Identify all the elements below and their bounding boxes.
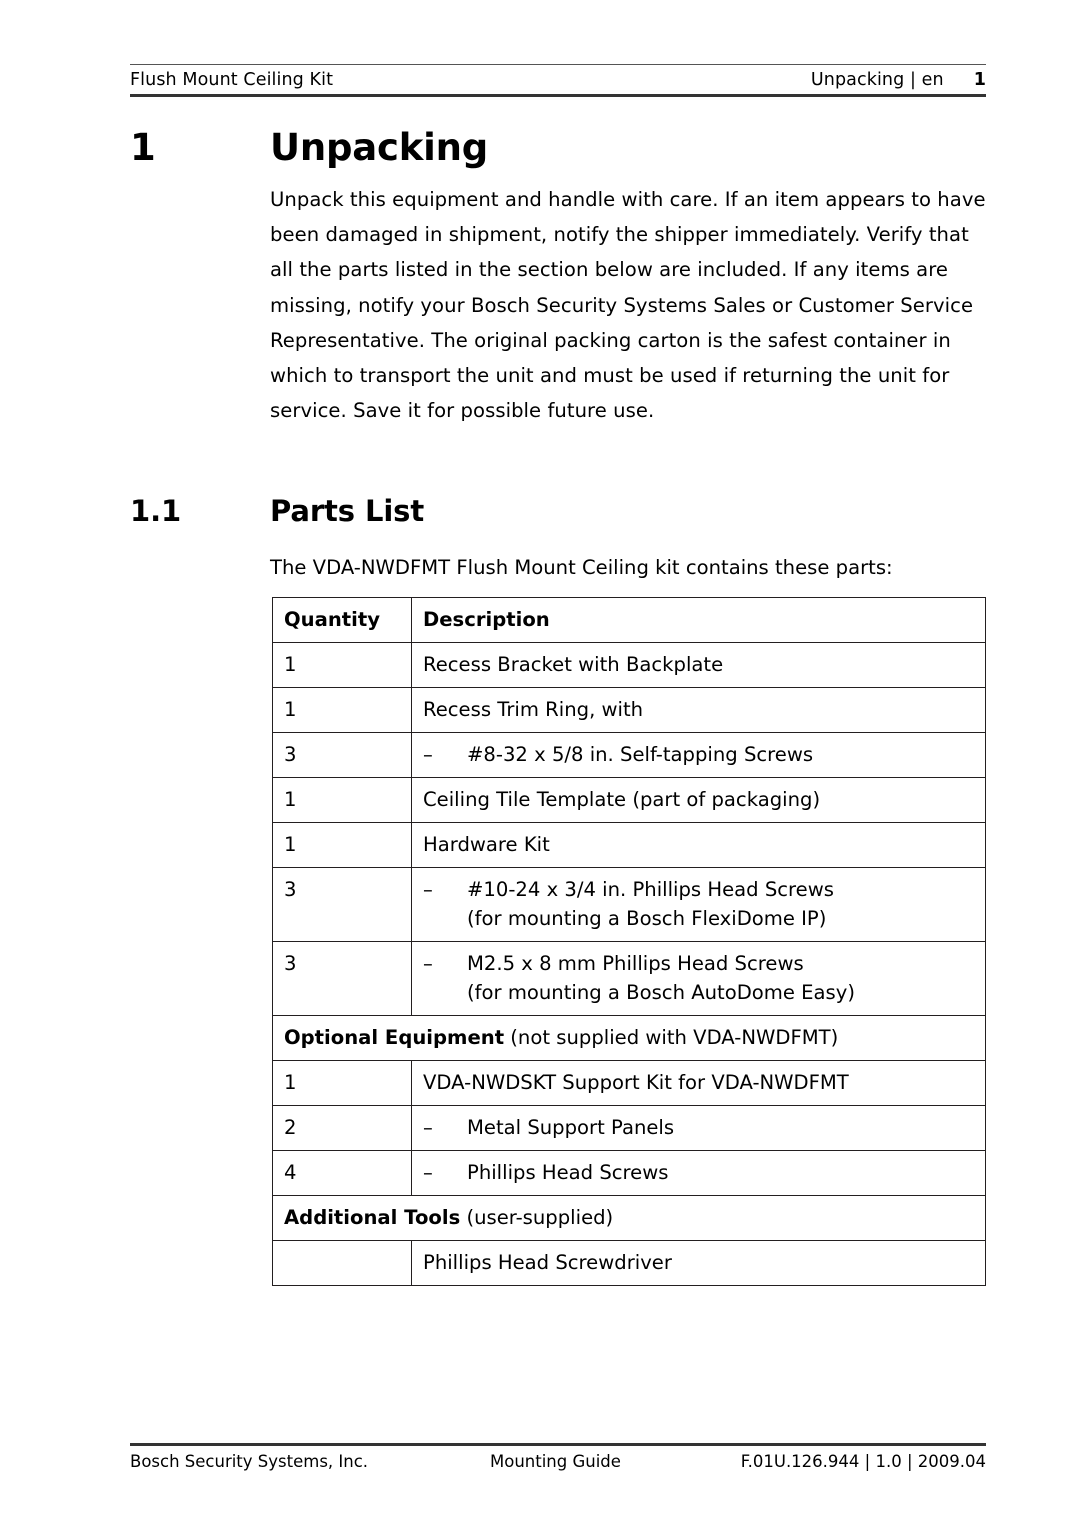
cell-description: – #8-32 x 5/8 in. Self-tapping Screws (411, 732, 986, 778)
dash-bullet-icon: – (423, 743, 433, 766)
cell-description: Hardware Kit (411, 822, 986, 868)
description-note: (for mounting a Bosch FlexiDome IP) (467, 907, 827, 930)
description-text: Metal Support Panels (467, 1116, 675, 1139)
table-row: 1 VDA-NWDSKT Support Kit for VDA-NWDFMT (272, 1060, 986, 1106)
footer-document-id: F.01U.126.944 | 1.0 | 2009.04 (740, 1451, 986, 1471)
table-header-row: Quantity Description (272, 597, 986, 643)
table-row: 1 Recess Bracket with Backplate (272, 642, 986, 688)
table-row: 3 – #8-32 x 5/8 in. Self-tapping Screws (272, 732, 986, 778)
section-heading-bold: Additional Tools (284, 1206, 461, 1229)
cell-description: – Metal Support Panels (411, 1105, 986, 1151)
table-section-row-tools: Additional Tools (user-supplied) (272, 1195, 986, 1241)
table-row: 1 Hardware Kit (272, 822, 986, 868)
table-row: 1 Recess Trim Ring, with (272, 687, 986, 733)
dash-bullet-icon: – (423, 952, 433, 975)
dash-bullet-icon: – (423, 878, 433, 901)
footer-document-type: Mounting Guide (490, 1451, 621, 1471)
section-heading-bold: Optional Equipment (284, 1026, 505, 1049)
cell-section-heading: Optional Equipment (not supplied with VD… (272, 1015, 986, 1061)
description-text: Phillips Head Screwdriver (423, 1251, 672, 1274)
cell-description: – Phillips Head Screws (411, 1150, 986, 1196)
parts-list-intro: The VDA-NWDFMT Flush Mount Ceiling kit c… (270, 556, 893, 579)
cell-description: – M2.5 x 8 mm Phillips Head Screws (for … (411, 941, 986, 1016)
cell-quantity: 2 (272, 1105, 412, 1151)
description-text: M2.5 x 8 mm Phillips Head Screws (467, 952, 804, 975)
table-row: Phillips Head Screwdriver (272, 1240, 986, 1286)
footer-company: Bosch Security Systems, Inc. (130, 1451, 369, 1471)
chapter-paragraph: Unpack this equipment and handle with ca… (270, 188, 986, 423)
cell-quantity: 1 (272, 1060, 412, 1106)
cell-quantity: 3 (272, 732, 412, 778)
header-right-group: Unpacking | en 1 (811, 70, 986, 90)
cell-description: Phillips Head Screwdriver (411, 1240, 986, 1286)
section-number: 1.1 (130, 494, 182, 528)
sub-item: – #8-32 x 5/8 in. Self-tapping Screws (423, 740, 974, 769)
section-heading-suffix: (user-supplied) (460, 1206, 614, 1229)
chapter-number: 1 (130, 126, 156, 169)
section-heading: 1.1 Parts List (130, 494, 986, 528)
header-page-number: 1 (973, 70, 986, 90)
description-text: Recess Trim Ring, with (423, 698, 644, 721)
table-row: 4 – Phillips Head Screws (272, 1150, 986, 1196)
header-document-title: Flush Mount Ceiling Kit (130, 70, 334, 90)
description-text: Ceiling Tile Template (part of packaging… (423, 788, 821, 811)
cell-quantity: 1 (272, 777, 412, 823)
description-text: #10-24 x 3/4 in. Phillips Head Screws (467, 878, 834, 901)
dash-bullet-icon: – (423, 1161, 433, 1184)
sub-item: – Phillips Head Screws (423, 1158, 974, 1187)
description-text: Recess Bracket with Backplate (423, 653, 724, 676)
table-row: 3 – M2.5 x 8 mm Phillips Head Screws (fo… (272, 941, 986, 1016)
footer-row: Bosch Security Systems, Inc. Mounting Gu… (130, 1446, 986, 1471)
page-footer: Bosch Security Systems, Inc. Mounting Gu… (130, 1443, 986, 1471)
cell-description: Recess Trim Ring, with (411, 687, 986, 733)
header-rule-bottom (130, 94, 986, 97)
cell-description: Recess Bracket with Backplate (411, 642, 986, 688)
section-heading-suffix: (not supplied with VDA-NWDFMT) (504, 1026, 839, 1049)
cell-quantity (272, 1240, 412, 1286)
table-body: 1 Recess Bracket with Backplate 1 Recess… (272, 642, 986, 1286)
sub-item: – #10-24 x 3/4 in. Phillips Head Screws (423, 875, 974, 904)
cell-quantity: 1 (272, 687, 412, 733)
column-header-quantity: Quantity (272, 597, 412, 643)
cell-description: – #10-24 x 3/4 in. Phillips Head Screws … (411, 867, 986, 942)
cell-description: Ceiling Tile Template (part of packaging… (411, 777, 986, 823)
cell-section-heading: Additional Tools (user-supplied) (272, 1195, 986, 1241)
table-row: 2 – Metal Support Panels (272, 1105, 986, 1151)
cell-description: VDA-NWDSKT Support Kit for VDA-NWDFMT (411, 1060, 986, 1106)
cell-quantity: 4 (272, 1150, 412, 1196)
page-header: Flush Mount Ceiling Kit Unpacking | en 1 (130, 64, 986, 97)
dash-bullet-icon: – (423, 1116, 433, 1139)
sub-item: – M2.5 x 8 mm Phillips Head Screws (423, 949, 974, 978)
cell-quantity: 3 (272, 941, 412, 1016)
sub-item: – Metal Support Panels (423, 1113, 974, 1142)
chapter-heading: 1 Unpacking (130, 126, 986, 169)
cell-quantity: 1 (272, 822, 412, 868)
description-text: #8-32 x 5/8 in. Self-tapping Screws (467, 743, 814, 766)
column-header-description: Description (411, 597, 986, 643)
table-row: 3 – #10-24 x 3/4 in. Phillips Head Screw… (272, 867, 986, 942)
parts-list-table: Quantity Description 1 Recess Bracket wi… (272, 597, 986, 1286)
cell-quantity: 3 (272, 867, 412, 942)
header-chapter-language: Unpacking | en (810, 70, 944, 90)
chapter-title: Unpacking (270, 126, 489, 169)
document-page: Flush Mount Ceiling Kit Unpacking | en 1… (0, 0, 1080, 1529)
table-row: 1 Ceiling Tile Template (part of packagi… (272, 777, 986, 823)
description-text: VDA-NWDSKT Support Kit for VDA-NWDFMT (423, 1071, 849, 1094)
description-note: (for mounting a Bosch AutoDome Easy) (467, 981, 856, 1004)
cell-quantity: 1 (272, 642, 412, 688)
section-title: Parts List (270, 494, 425, 528)
description-text: Hardware Kit (423, 833, 550, 856)
description-text: Phillips Head Screws (467, 1161, 669, 1184)
table-section-row-optional: Optional Equipment (not supplied with VD… (272, 1015, 986, 1061)
header-row: Flush Mount Ceiling Kit Unpacking | en 1 (130, 65, 986, 94)
